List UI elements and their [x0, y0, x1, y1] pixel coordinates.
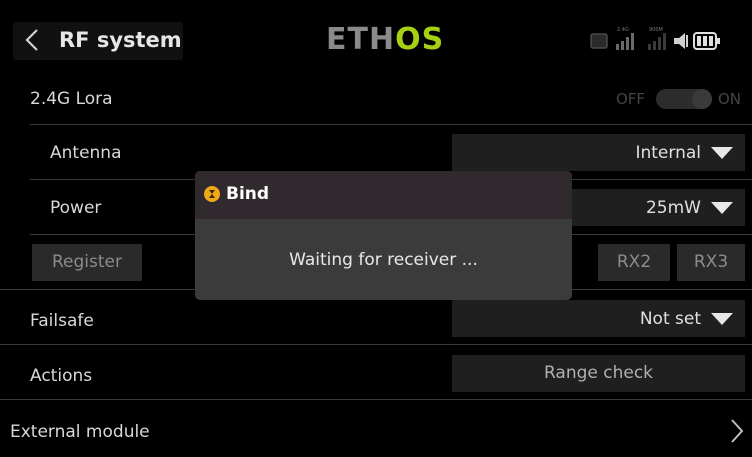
- power-value: 25mW: [645, 198, 701, 218]
- toggle-off-label: OFF: [616, 90, 646, 108]
- antenna-label: Antenna: [50, 143, 122, 163]
- toggle-track: [656, 89, 712, 109]
- dialog-title: Bind: [226, 184, 270, 204]
- caret-down-icon: [711, 147, 733, 159]
- chevron-left-icon: [25, 29, 38, 51]
- range-check-button[interactable]: Range check: [452, 355, 745, 392]
- external-module-row[interactable]: External module: [0, 401, 752, 457]
- caret-down-icon: [711, 313, 733, 325]
- sim-icon: [590, 33, 608, 49]
- rx2-button[interactable]: RX2: [598, 244, 670, 281]
- page-title: RF system: [59, 28, 182, 52]
- external-module-label: External module: [10, 422, 150, 442]
- screen: RF system ETHOS 2.4G 900M 2.4G Lora OFF …: [0, 0, 752, 457]
- register-button[interactable]: Register: [32, 244, 142, 281]
- toggle-on-label: ON: [718, 90, 742, 108]
- divider: [0, 344, 752, 345]
- rssi-900-label: 900M: [649, 27, 663, 33]
- antenna-value: Internal: [635, 143, 701, 163]
- battery-icon: [693, 32, 720, 50]
- ethos-logo: ETHOS: [326, 22, 444, 58]
- toggle-knob: [692, 89, 712, 109]
- failsafe-label: Failsafe: [30, 311, 94, 331]
- lora-label: 2.4G Lora: [30, 89, 113, 109]
- actions-label: Actions: [30, 366, 93, 386]
- back-button[interactable]: RF system: [13, 22, 183, 60]
- divider: [30, 124, 752, 125]
- dialog-header: Bind: [195, 171, 572, 219]
- status-bar: 2.4G 900M: [586, 22, 752, 60]
- signal-24-icon: [616, 33, 634, 50]
- chevron-right-icon: [731, 419, 744, 443]
- antenna-select[interactable]: Internal: [452, 134, 745, 171]
- signal-900-icon: [648, 33, 666, 50]
- hourglass-icon: [204, 186, 220, 202]
- rx3-button[interactable]: RX3: [677, 244, 745, 281]
- bind-dialog: Bind Waiting for receiver ...: [195, 171, 572, 300]
- lora-toggle[interactable]: OFF ON: [604, 88, 752, 110]
- dialog-message: Waiting for receiver ...: [289, 250, 478, 270]
- logo-accent: OS: [395, 22, 445, 57]
- header: RF system ETHOS 2.4G 900M: [0, 0, 752, 66]
- power-label: Power: [50, 198, 102, 218]
- speaker-icon: [674, 33, 688, 49]
- failsafe-value: Not set: [639, 309, 701, 329]
- status-icons: 2.4G 900M: [590, 27, 720, 50]
- caret-down-icon: [711, 202, 733, 214]
- rssi-24-label: 2.4G: [617, 27, 629, 33]
- failsafe-select[interactable]: Not set: [452, 300, 745, 337]
- divider: [0, 399, 752, 400]
- logo-main: ETH: [326, 22, 396, 57]
